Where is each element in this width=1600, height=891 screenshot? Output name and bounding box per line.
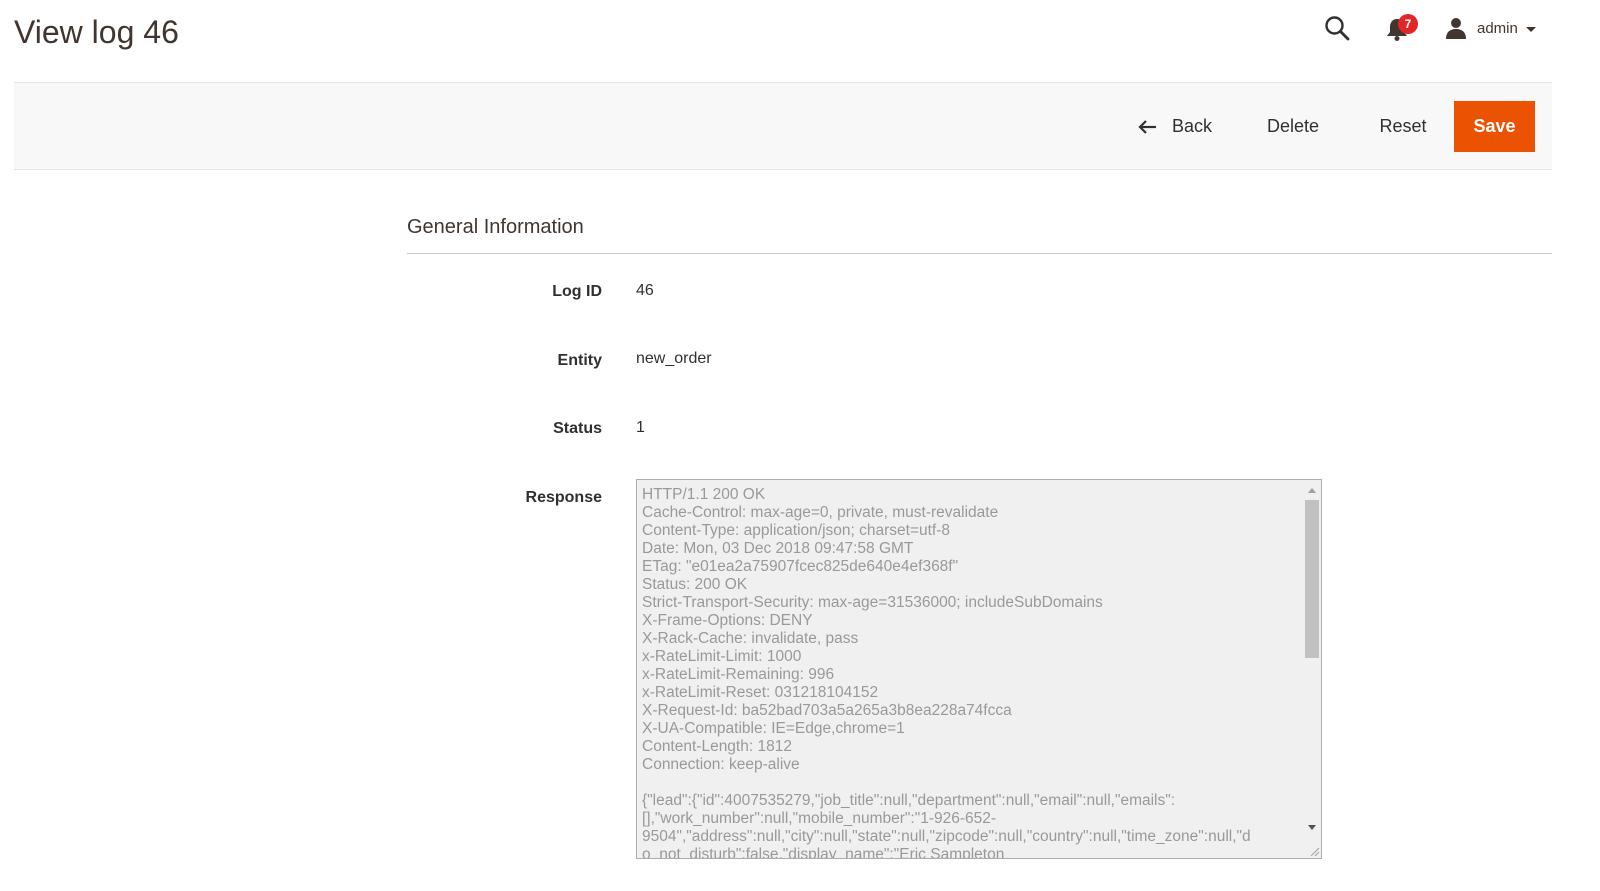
notification-count-badge: 7 xyxy=(1398,14,1418,34)
reset-button[interactable]: Reset xyxy=(1368,101,1438,152)
status-value: 1 xyxy=(636,419,645,436)
back-button[interactable]: Back xyxy=(1128,101,1222,152)
section-divider xyxy=(407,253,1552,254)
user-icon xyxy=(1446,18,1466,39)
response-label: Response xyxy=(525,489,602,506)
search-icon[interactable] xyxy=(1324,15,1350,41)
section-title: General Information xyxy=(407,216,584,238)
log-id-value: 46 xyxy=(636,282,654,299)
back-button-label: Back xyxy=(1171,116,1213,136)
response-text: HTTP/1.1 200 OK Cache-Control: max-age=0… xyxy=(642,486,1251,859)
delete-button[interactable]: Delete xyxy=(1254,101,1332,152)
scroll-up-icon[interactable] xyxy=(1308,488,1316,493)
scroll-down-icon[interactable] xyxy=(1308,825,1316,830)
page-title: View log 46 xyxy=(14,14,179,50)
caret-down-icon xyxy=(1525,26,1536,32)
response-textarea[interactable]: HTTP/1.1 200 OK Cache-Control: max-age=0… xyxy=(636,479,1322,859)
entity-value: new_order xyxy=(636,350,712,367)
status-label: Status xyxy=(553,420,602,437)
save-button[interactable]: Save xyxy=(1454,101,1535,152)
user-name: admin xyxy=(1477,19,1518,37)
resize-grip-icon[interactable] xyxy=(1308,845,1320,857)
scroll-thumb[interactable] xyxy=(1305,500,1319,658)
log-id-label: Log ID xyxy=(552,283,602,300)
entity-label: Entity xyxy=(557,352,602,369)
user-menu[interactable]: admin xyxy=(1444,14,1536,42)
arrow-left-icon xyxy=(1138,119,1156,134)
response-scrollbar[interactable] xyxy=(1303,480,1321,858)
page-actions-bar: Back Delete Reset Save xyxy=(14,82,1552,170)
